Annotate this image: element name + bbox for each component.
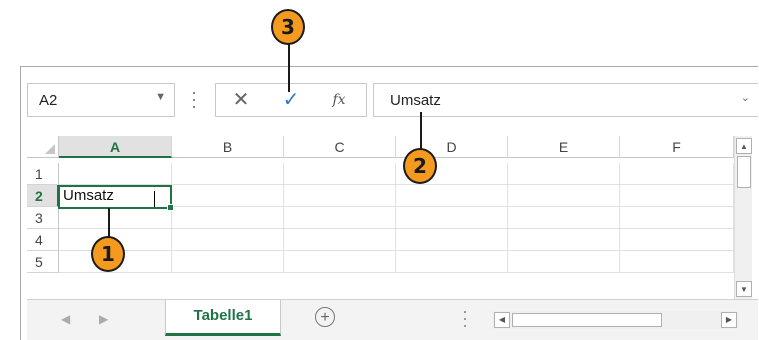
add-sheet-icon[interactable]: + <box>315 307 335 327</box>
cell-e3[interactable] <box>508 207 620 229</box>
vertical-scrollbar[interactable]: ▲ ▼ <box>734 136 752 299</box>
worksheet-grid: A B C D E F 1 2 3 4 5 Umsatz <box>27 136 734 299</box>
cell-c4[interactable] <box>284 229 396 251</box>
callout-2: 2 <box>403 148 437 184</box>
cell-b2[interactable] <box>172 185 284 207</box>
horizontal-scroll-thumb[interactable] <box>512 313 662 327</box>
scroll-up-icon[interactable]: ▲ <box>736 138 752 154</box>
callout-2-leader <box>420 112 422 152</box>
cell-d5[interactable] <box>396 251 508 273</box>
cell-f1[interactable] <box>620 163 734 185</box>
function-icon[interactable]: fx <box>322 84 356 116</box>
cell-c1[interactable] <box>284 163 396 185</box>
row-header-5[interactable]: 5 <box>27 251 59 273</box>
formula-input[interactable]: Umsatz ⌄ <box>373 83 758 117</box>
cell-c5[interactable] <box>284 251 396 273</box>
callout-1: 1 <box>91 236 125 272</box>
callout-3: 3 <box>271 9 305 45</box>
sheet-tab-bar: ◀ ▶ Tabelle1 + ◀ ▶ <box>27 299 758 340</box>
scroll-right-icon[interactable]: ▶ <box>721 312 737 328</box>
active-cell-border <box>58 185 174 211</box>
row-header-1[interactable]: 1 <box>27 163 59 185</box>
cell-f4[interactable] <box>620 229 734 251</box>
cell-b4[interactable] <box>172 229 284 251</box>
cell-c2[interactable] <box>284 185 396 207</box>
sheet-tab-tabelle1[interactable]: Tabelle1 <box>165 300 281 336</box>
text-cursor <box>154 191 155 207</box>
callout-3-leader <box>288 38 290 92</box>
tab-splitter[interactable] <box>464 311 467 329</box>
column-header-b[interactable]: B <box>172 136 284 158</box>
cell-e1[interactable] <box>508 163 620 185</box>
cell-c3[interactable] <box>284 207 396 229</box>
formula-bar-grip[interactable] <box>192 92 196 110</box>
select-all-corner[interactable] <box>27 136 59 158</box>
cell-e5[interactable] <box>508 251 620 273</box>
column-header-c[interactable]: C <box>284 136 396 158</box>
cell-d3[interactable] <box>396 207 508 229</box>
expand-formula-chevron-icon[interactable]: ⌄ <box>741 91 750 104</box>
enter-check-icon[interactable]: ✓ <box>274 84 308 116</box>
name-box-value: A2 <box>39 92 58 109</box>
vertical-scroll-thumb[interactable] <box>737 156 751 188</box>
cell-d4[interactable] <box>396 229 508 251</box>
prev-sheet-icon[interactable]: ◀ <box>61 312 70 326</box>
formula-buttons: ✕ ✓ fx <box>215 83 367 117</box>
fill-handle[interactable] <box>167 204 174 211</box>
cancel-icon[interactable]: ✕ <box>224 84 258 116</box>
cell-b5[interactable] <box>172 251 284 273</box>
formula-value: Umsatz <box>390 92 441 109</box>
cell-e4[interactable] <box>508 229 620 251</box>
chevron-down-icon[interactable]: ▼ <box>155 91 166 103</box>
cell-f3[interactable] <box>620 207 734 229</box>
column-header-a[interactable]: A <box>59 136 172 158</box>
cell-b1[interactable] <box>172 163 284 185</box>
next-sheet-icon[interactable]: ▶ <box>99 312 108 326</box>
cell-a1[interactable] <box>59 163 172 185</box>
row-header-2[interactable]: 2 <box>27 185 59 207</box>
cell-b3[interactable] <box>172 207 284 229</box>
row-header-4[interactable]: 4 <box>27 229 59 251</box>
name-box[interactable]: A2 ▼ <box>27 83 175 117</box>
column-header-f[interactable]: F <box>620 136 734 158</box>
cell-f2[interactable] <box>620 185 734 207</box>
scroll-down-icon[interactable]: ▼ <box>736 281 752 297</box>
cell-d2[interactable] <box>396 185 508 207</box>
cell-f5[interactable] <box>620 251 734 273</box>
column-header-e[interactable]: E <box>508 136 620 158</box>
horizontal-scrollbar[interactable]: ◀ ▶ <box>492 311 739 329</box>
cell-e2[interactable] <box>508 185 620 207</box>
scroll-left-icon[interactable]: ◀ <box>494 312 510 328</box>
row-header-3[interactable]: 3 <box>27 207 59 229</box>
cell-a3[interactable] <box>59 207 172 229</box>
